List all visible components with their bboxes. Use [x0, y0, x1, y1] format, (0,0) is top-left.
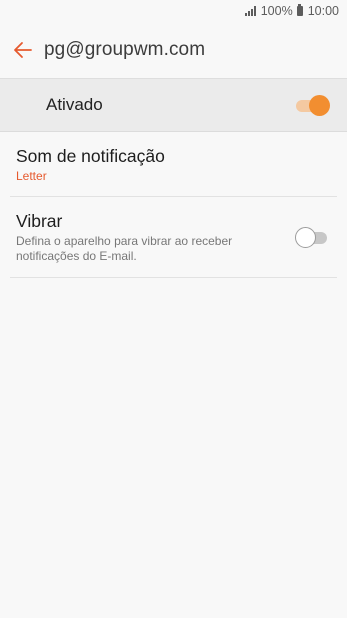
toggle-thumb	[295, 227, 316, 248]
master-switch-row[interactable]: Ativado	[0, 79, 347, 132]
app-header: pg@groupwm.com	[0, 22, 347, 79]
page-title: pg@groupwm.com	[44, 39, 206, 60]
setting-notification-sound[interactable]: Som de notificação Letter	[10, 132, 337, 197]
setting-value: Letter	[16, 169, 47, 183]
arrow-left-icon	[14, 42, 32, 58]
toggle-thumb	[309, 95, 330, 116]
status-bar: 100% 10:00	[0, 0, 347, 22]
setting-text: Som de notificação Letter	[16, 145, 165, 183]
battery-icon	[296, 4, 303, 16]
signal-icon	[244, 6, 256, 16]
settings-list: Som de notificação Letter Vibrar Defina …	[0, 132, 347, 278]
back-button[interactable]	[10, 37, 36, 63]
setting-vibrate[interactable]: Vibrar Defina o aparelho para vibrar ao …	[10, 197, 337, 278]
master-switch-label: Ativado	[46, 95, 103, 114]
clock: 10:00	[307, 4, 339, 18]
vibrate-toggle[interactable]	[295, 225, 331, 249]
setting-description: Defina o aparelho para vibrar ao receber…	[16, 234, 233, 263]
setting-title: Som de notificação	[16, 146, 165, 166]
setting-title: Vibrar	[16, 211, 63, 231]
screen: 100% 10:00 pg@groupwm.com Ativado Som de…	[0, 0, 347, 618]
setting-text: Vibrar Defina o aparelho para vibrar ao …	[16, 210, 276, 264]
master-switch-toggle[interactable]	[294, 93, 330, 117]
battery-percent: 100%	[260, 4, 293, 18]
